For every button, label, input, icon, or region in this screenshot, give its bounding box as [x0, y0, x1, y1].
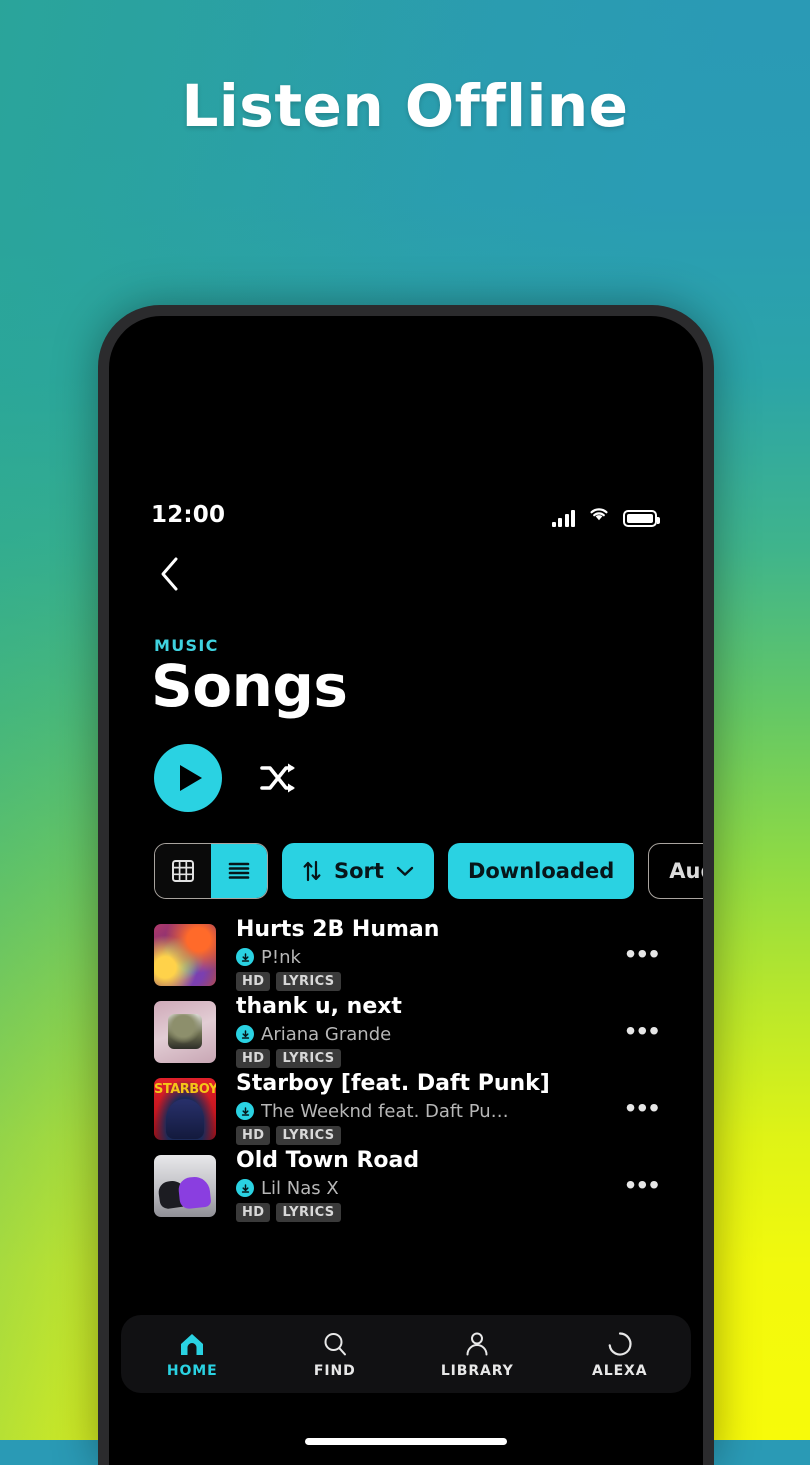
track-artist: Ariana Grande — [261, 1023, 392, 1045]
nav-label-home: HOME — [166, 1362, 218, 1379]
more-options-icon[interactable]: ••• — [614, 940, 661, 968]
filter-chip-row: Sort Downloaded Audio — [154, 843, 703, 899]
back-button[interactable] — [149, 554, 189, 594]
home-indicator[interactable] — [305, 1438, 507, 1445]
track-artist-row: P!nk — [236, 947, 614, 968]
status-badge: LYRICS — [276, 1125, 341, 1145]
status-bar: 12:00 — [109, 498, 703, 532]
track-tags: HD LYRICS — [236, 1202, 614, 1222]
nav-label-library: LIBRARY — [440, 1362, 514, 1379]
track-meta: Old Town Road Lil Nas X HD LYRICS — [236, 1149, 614, 1222]
nav-item-alexa[interactable]: ALEXA — [549, 1330, 692, 1379]
track-title: Starboy [feat. Daft Punk] — [236, 1072, 550, 1097]
cellular-signal-icon — [551, 509, 575, 527]
track-artist-row: Ariana Grande — [236, 1024, 614, 1045]
nav-label-find: FIND — [313, 1362, 356, 1379]
battery-icon — [623, 509, 660, 527]
album-art-title: STARBOY — [154, 1081, 216, 1097]
table-row[interactable]: Hurts 2B Human P!nk HD LYRICS ••• — [109, 916, 703, 993]
status-badge: HD — [236, 1048, 271, 1068]
status-badge: HD — [236, 1125, 271, 1145]
chevron-down-icon — [396, 866, 414, 876]
shuffle-button[interactable] — [256, 756, 300, 800]
downloaded-chip-label: Downloaded — [467, 859, 615, 883]
alexa-ring-icon — [608, 1331, 632, 1356]
nav-item-find[interactable]: FIND — [264, 1330, 407, 1379]
playback-controls — [154, 744, 300, 812]
table-row[interactable]: Old Town Road Lil Nas X HD LYRICS ••• — [109, 1147, 703, 1224]
album-art: STARBOY — [154, 1077, 216, 1140]
table-row[interactable]: STARBOY Starboy [feat. Daft Punk] The We… — [109, 1070, 703, 1147]
phone-screen: 12:00 MUSIC Songs Sort Downloaded Au Hur… — [109, 316, 703, 1465]
track-title: thank u, next — [236, 995, 402, 1020]
downloaded-icon — [236, 1179, 254, 1198]
album-art — [154, 1154, 216, 1217]
view-mode-toggle[interactable] — [154, 843, 268, 899]
bottom-navigation-bar: HOME FIND LIBRARY ALEXA — [121, 1315, 691, 1393]
sort-arrows-icon — [303, 860, 321, 882]
track-title: Old Town Road — [236, 1149, 420, 1174]
sort-chip-label: Sort — [334, 859, 384, 883]
track-artist: Lil Nas X — [261, 1177, 339, 1199]
downloaded-icon — [236, 1025, 254, 1044]
more-options-icon[interactable]: ••• — [614, 1171, 661, 1199]
chevron-left-icon — [161, 557, 178, 591]
album-art — [154, 1000, 216, 1063]
more-options-icon[interactable]: ••• — [614, 1094, 661, 1122]
table-row[interactable]: thank u, next Ariana Grande HD LYRICS ••… — [109, 993, 703, 1070]
audio-filter-chip[interactable]: Audio — [648, 843, 703, 899]
page-title: Songs — [151, 652, 348, 720]
track-tags: HD LYRICS — [236, 1125, 614, 1145]
play-icon — [180, 765, 202, 791]
wifi-icon — [587, 504, 611, 527]
track-meta: Hurts 2B Human P!nk HD LYRICS — [236, 918, 614, 991]
downloaded-filter-chip[interactable]: Downloaded — [447, 843, 635, 899]
page-headline: Listen Offline — [181, 72, 629, 140]
album-art-figure — [177, 1175, 212, 1210]
status-badge: LYRICS — [276, 1202, 341, 1222]
track-meta: Starboy [feat. Daft Punk] The Weeknd fea… — [236, 1072, 614, 1145]
album-art-figure — [166, 1098, 204, 1140]
play-button[interactable] — [154, 744, 222, 812]
more-options-icon[interactable]: ••• — [614, 1017, 661, 1045]
track-tags: HD LYRICS — [236, 1048, 614, 1068]
nav-item-home[interactable]: HOME — [121, 1330, 264, 1379]
grid-view-icon — [172, 860, 194, 882]
track-artist: P!nk — [261, 946, 301, 968]
nav-item-library[interactable]: LIBRARY — [406, 1330, 549, 1379]
phone-mockup-frame: 12:00 MUSIC Songs Sort Downloaded Au Hur… — [98, 305, 714, 1465]
track-tags: HD LYRICS — [236, 971, 614, 991]
track-artist: The Weeknd feat. Daft Pu… — [261, 1100, 509, 1122]
album-art — [154, 923, 216, 986]
status-bar-time: 12:00 — [151, 502, 226, 528]
nav-label-alexa: ALEXA — [592, 1362, 648, 1379]
status-badge: LYRICS — [276, 1048, 341, 1068]
list-view-icon — [228, 862, 250, 879]
status-bar-icons — [551, 504, 660, 527]
list-view-button[interactable] — [211, 844, 267, 898]
downloaded-icon — [236, 948, 254, 967]
track-artist-row: The Weeknd feat. Daft Pu… — [236, 1101, 614, 1122]
downloaded-icon — [236, 1102, 254, 1121]
person-icon — [466, 1332, 488, 1355]
track-artist-row: Lil Nas X — [236, 1178, 614, 1199]
shuffle-icon — [260, 763, 295, 793]
track-title: Hurts 2B Human — [236, 918, 440, 943]
sort-chip[interactable]: Sort — [282, 843, 434, 899]
status-badge: HD — [236, 971, 271, 991]
grid-view-button[interactable] — [155, 844, 211, 898]
status-badge: HD — [236, 1202, 271, 1222]
home-icon — [181, 1333, 204, 1355]
status-badge: LYRICS — [276, 971, 341, 991]
track-list: Hurts 2B Human P!nk HD LYRICS ••• thank … — [109, 916, 703, 1224]
track-meta: thank u, next Ariana Grande HD LYRICS — [236, 995, 614, 1068]
audio-chip-label: Audio — [669, 859, 703, 883]
search-icon — [324, 1332, 346, 1355]
